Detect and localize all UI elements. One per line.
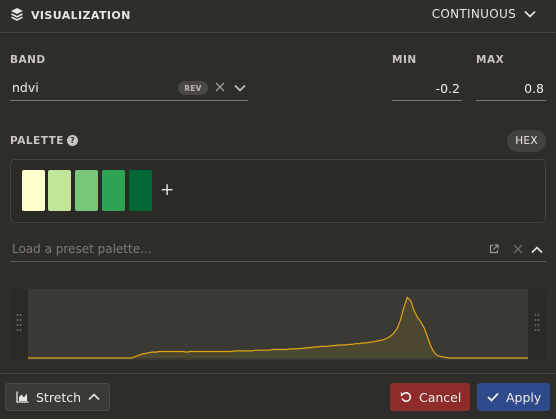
hex-button[interactable]: HEX [507, 130, 546, 152]
clear-icon[interactable] [215, 82, 225, 92]
chart-area-icon [16, 391, 29, 403]
panel-header: VISUALIZATION CONTINUOUS [0, 0, 556, 33]
band-select[interactable]: ndvi REV [10, 77, 248, 101]
chevron-down-icon [524, 10, 536, 18]
palette-swatch[interactable] [75, 170, 98, 211]
layers-icon [11, 8, 23, 21]
undo-icon [400, 392, 412, 402]
stretch-label: Stretch [36, 389, 82, 405]
visualization-panel: VISUALIZATION CONTINUOUS BAND MIN MAX nd… [0, 0, 556, 419]
min-input[interactable]: -0.2 [392, 77, 462, 101]
reverse-toggle[interactable]: REV [178, 81, 208, 95]
help-icon[interactable]: ? [67, 135, 78, 146]
stretch-button[interactable]: Stretch [5, 383, 110, 411]
chevron-up-icon[interactable] [531, 246, 543, 254]
max-label: MAX [476, 54, 505, 66]
mode-dropdown[interactable]: CONTINUOUS [432, 7, 536, 21]
mode-label: CONTINUOUS [431, 7, 516, 21]
histogram-plot [28, 296, 528, 359]
clear-icon[interactable] [513, 244, 523, 254]
panel-footer: Stretch Cancel Apply [0, 373, 556, 419]
band-value: ndvi [12, 80, 39, 95]
histogram-line [28, 296, 528, 359]
histogram-min-handle[interactable] [10, 289, 28, 360]
palette-swatch[interactable] [102, 170, 125, 211]
drag-handle-icon [16, 314, 22, 331]
histogram-max-handle[interactable] [528, 289, 546, 360]
cancel-label: Cancel [419, 389, 462, 405]
palette-swatch[interactable] [48, 170, 71, 211]
apply-button[interactable]: Apply [477, 383, 550, 411]
palette-label: PALETTE [10, 135, 64, 147]
max-input[interactable]: 0.8 [476, 77, 546, 101]
panel-title: VISUALIZATION [31, 9, 131, 22]
preset-palette-input[interactable]: Load a preset palette... [10, 238, 546, 262]
histogram [10, 289, 546, 360]
external-link-icon[interactable] [489, 244, 499, 254]
chevron-up-icon [88, 393, 100, 401]
cancel-button[interactable]: Cancel [390, 383, 470, 411]
drag-handle-icon [534, 314, 540, 331]
min-label: MIN [392, 54, 417, 66]
palette-swatch[interactable] [22, 170, 45, 211]
add-color-button[interactable]: + [160, 180, 174, 200]
check-icon [487, 392, 499, 402]
palette-editor: + [10, 159, 546, 223]
apply-label: Apply [506, 389, 542, 405]
band-label: BAND [10, 54, 46, 66]
preset-placeholder: Load a preset palette... [12, 242, 152, 256]
palette-swatch[interactable] [129, 170, 152, 211]
chevron-down-icon[interactable] [234, 84, 246, 92]
